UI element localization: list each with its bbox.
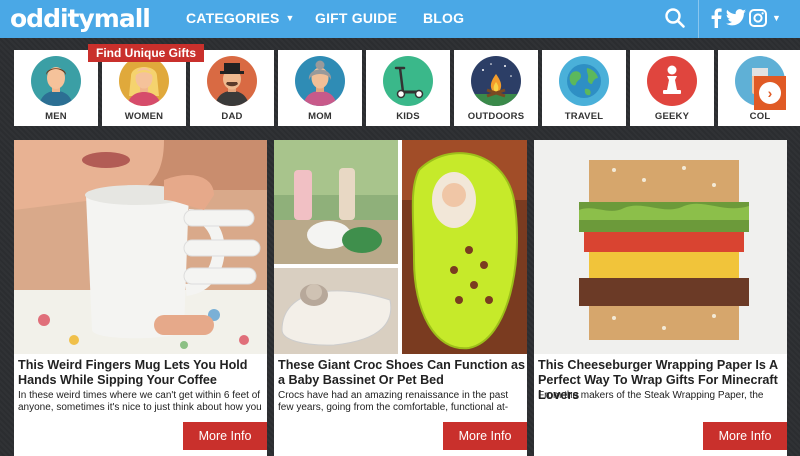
category-label: COL	[749, 111, 771, 122]
category-geeky[interactable]: GEEKY	[630, 50, 714, 126]
category-mom[interactable]: MOM	[278, 50, 362, 126]
social-caret-down-icon[interactable]: ▼	[772, 13, 781, 23]
header-divider	[698, 0, 699, 38]
find-unique-gifts-badge: Find Unique Gifts	[88, 44, 204, 62]
woman-avatar-icon	[119, 56, 169, 106]
more-info-button[interactable]: More Info	[443, 422, 527, 450]
more-info-button[interactable]: More Info	[703, 422, 787, 450]
product-image-giant-croc[interactable]	[274, 140, 527, 354]
nav-blog[interactable]: BLOG	[423, 10, 464, 26]
nav-categories-label: CATEGORIES	[186, 10, 280, 26]
top-nav-bar: odditymall CATEGORIES ▼ GIFT GUIDE BLOG ▼	[0, 0, 800, 38]
twitter-icon[interactable]	[725, 8, 747, 28]
site-logo[interactable]: odditymall	[10, 4, 151, 34]
chevron-right-icon: ›	[759, 82, 781, 104]
product-description: From the makers of the Steak Wrapping Pa…	[538, 390, 764, 401]
product-card[interactable]: This Weird Fingers Mug Lets You Hold Han…	[14, 140, 267, 456]
category-label: WOMEN	[124, 111, 164, 122]
category-label: DAD	[221, 111, 243, 122]
product-card[interactable]: These Giant Croc Shoes Can Function as a…	[274, 140, 527, 456]
product-image-cheeseburger-paper[interactable]	[534, 140, 787, 354]
campfire-icon	[471, 56, 521, 106]
category-label: TRAVEL	[564, 111, 604, 122]
category-men[interactable]: MEN	[14, 50, 98, 126]
nav-gift-guide[interactable]: GIFT GUIDE	[315, 10, 397, 26]
category-travel[interactable]: TRAVEL	[542, 50, 626, 126]
caret-down-icon: ▼	[285, 13, 295, 23]
category-label: OUTDOORS	[467, 111, 525, 122]
category-outdoors[interactable]: OUTDOORS	[454, 50, 538, 126]
category-label: MOM	[308, 111, 332, 122]
category-label: GEEKY	[654, 111, 690, 122]
search-icon[interactable]	[664, 7, 686, 29]
product-description: Crocs have had an amazing renaissance in…	[278, 390, 509, 413]
globe-icon	[559, 56, 609, 106]
instagram-icon[interactable]	[749, 8, 767, 28]
product-title[interactable]: This Weird Fingers Mug Lets You Hold Han…	[18, 358, 266, 388]
category-label: MEN	[45, 111, 67, 122]
product-description: In these weird times where we can't get …	[18, 390, 262, 413]
man-avatar-icon	[31, 56, 81, 106]
more-info-button[interactable]: More Info	[183, 422, 267, 450]
facebook-icon[interactable]	[710, 8, 722, 28]
product-card[interactable]: This Cheeseburger Wrapping Paper Is A Pe…	[534, 140, 787, 456]
category-kids[interactable]: KIDS	[366, 50, 450, 126]
scooter-icon	[383, 56, 433, 106]
dad-avatar-icon	[207, 56, 257, 106]
mom-avatar-icon	[295, 56, 345, 106]
product-image-fingers-mug[interactable]	[14, 140, 267, 354]
nav-categories[interactable]: CATEGORIES ▼	[186, 10, 295, 26]
carousel-next-button[interactable]: ›	[754, 76, 786, 110]
product-title[interactable]: These Giant Croc Shoes Can Function as a…	[278, 358, 526, 388]
category-label: KIDS	[396, 111, 420, 122]
chess-piece-icon	[647, 56, 697, 106]
